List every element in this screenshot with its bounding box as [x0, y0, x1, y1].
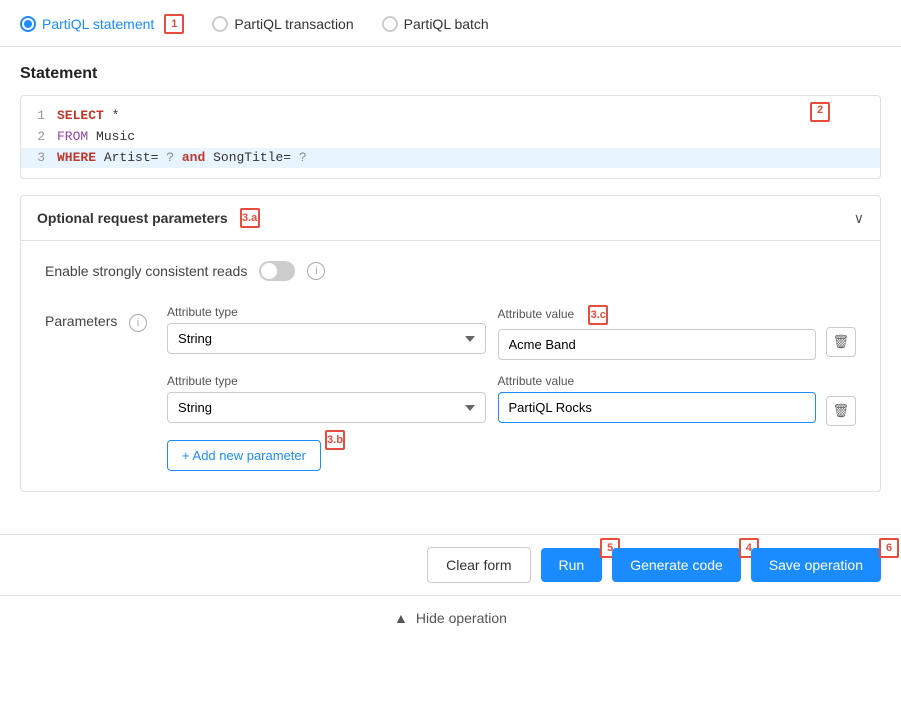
- hide-operation-label: Hide operation: [416, 610, 507, 626]
- attr-value-input-2[interactable]: [498, 392, 816, 423]
- attr-type-label-2: Attribute type: [167, 374, 485, 388]
- code-line-2: 2 FROM Music: [33, 127, 868, 148]
- badge-save-operation: 6: [879, 538, 899, 558]
- add-param-button[interactable]: + Add new parameter: [167, 440, 321, 471]
- statement-section-title: Statement: [20, 65, 881, 83]
- param-value-group-2: Attribute value: [498, 374, 816, 423]
- run-button[interactable]: Run: [541, 548, 603, 582]
- attr-value-label-1: Attribute value: [498, 307, 575, 321]
- optional-params-header[interactable]: Optional request parameters 3.a ∨: [21, 196, 880, 240]
- param-fields-1: Attribute type String Attribute value 3.…: [167, 305, 816, 360]
- badge-attr-value: 3.c: [588, 305, 608, 325]
- consistent-reads-toggle[interactable]: [259, 261, 295, 281]
- param-value-group-1: Attribute value 3.c: [498, 305, 816, 360]
- generate-code-button[interactable]: Generate code: [612, 548, 741, 582]
- parameters-content: Attribute type String Attribute value 3.…: [167, 305, 856, 471]
- attr-type-select-2[interactable]: String: [167, 392, 485, 423]
- consistent-reads-row: Enable strongly consistent reads i: [45, 261, 856, 281]
- parameters-label-text: Parameters: [45, 313, 117, 329]
- clear-form-wrap: Clear form: [427, 547, 530, 583]
- parameters-section: Parameters i Attribute type String: [45, 305, 856, 471]
- tab-bar: PartiQL statement 1 PartiQL transaction …: [0, 0, 901, 47]
- param-row-2: Attribute type String Attribute value: [167, 374, 856, 426]
- attr-type-select-1[interactable]: String: [167, 323, 485, 354]
- param-type-group-1: Attribute type String: [167, 305, 485, 360]
- code-line-1: 1 SELECT *: [33, 106, 868, 127]
- delete-param-2-button[interactable]: 🗑: [826, 396, 856, 426]
- optional-params-label: Optional request parameters: [37, 210, 228, 226]
- tab-partiql-batch[interactable]: PartiQL batch: [382, 16, 489, 32]
- triangle-up-icon: ▲: [394, 610, 408, 626]
- badge-editor: 2: [810, 102, 830, 122]
- attr-value-label-2: Attribute value: [498, 374, 816, 388]
- attr-type-label-1: Attribute type: [167, 305, 485, 319]
- run-wrap: Run 5: [541, 548, 603, 582]
- radio-batch: [382, 16, 398, 32]
- generate-code-wrap: Generate code 4: [612, 548, 741, 582]
- action-bar: Clear form Run 5 Generate code 4 Save op…: [0, 534, 901, 595]
- tab-transaction-label: PartiQL transaction: [234, 16, 353, 32]
- badge-add-param: 3.b: [325, 430, 345, 450]
- toggle-label: Enable strongly consistent reads: [45, 263, 247, 279]
- parameters-info-icon[interactable]: i: [129, 314, 147, 332]
- consistent-reads-info-icon[interactable]: i: [307, 262, 325, 280]
- param-type-group-2: Attribute type String: [167, 374, 485, 423]
- tab-partiql-statement[interactable]: PartiQL statement 1: [20, 14, 184, 34]
- hide-operation[interactable]: ▲ Hide operation: [0, 595, 901, 640]
- code-editor[interactable]: 1 SELECT * 2 FROM Music 3 WHERE Artist= …: [20, 95, 881, 179]
- tab-partiql-transaction[interactable]: PartiQL transaction: [212, 16, 353, 32]
- param-row-1: Attribute type String Attribute value 3.…: [167, 305, 856, 360]
- trash-icon-1: 🗑: [833, 334, 850, 350]
- clear-form-button[interactable]: Clear form: [427, 547, 530, 583]
- param-fields-2: Attribute type String Attribute value: [167, 374, 816, 423]
- add-param-wrap: + Add new parameter 3.b: [167, 440, 321, 471]
- save-operation-wrap: Save operation 6: [751, 548, 881, 582]
- add-param-label: + Add new parameter: [182, 448, 306, 463]
- chevron-down-icon: ∨: [854, 210, 864, 227]
- optional-params-section: Optional request parameters 3.a ∨ Enable…: [20, 195, 881, 492]
- tab-statement-label: PartiQL statement: [42, 16, 154, 32]
- badge-optional-header: 3.a: [240, 208, 260, 228]
- radio-statement: [20, 16, 36, 32]
- trash-icon-2: 🗑: [833, 403, 850, 419]
- tab-batch-label: PartiQL batch: [404, 16, 489, 32]
- optional-params-body: Enable strongly consistent reads i Param…: [21, 240, 880, 491]
- attr-value-input-1[interactable]: [498, 329, 816, 360]
- save-operation-button[interactable]: Save operation: [751, 548, 881, 582]
- code-line-3: 3 WHERE Artist= ? and SongTitle= ?: [21, 148, 880, 169]
- delete-param-1-button[interactable]: 🗑: [826, 327, 856, 357]
- badge-tab1: 1: [164, 14, 184, 34]
- radio-transaction: [212, 16, 228, 32]
- main-content: Statement 1 SELECT * 2 FROM Music 3 WHER…: [0, 47, 901, 526]
